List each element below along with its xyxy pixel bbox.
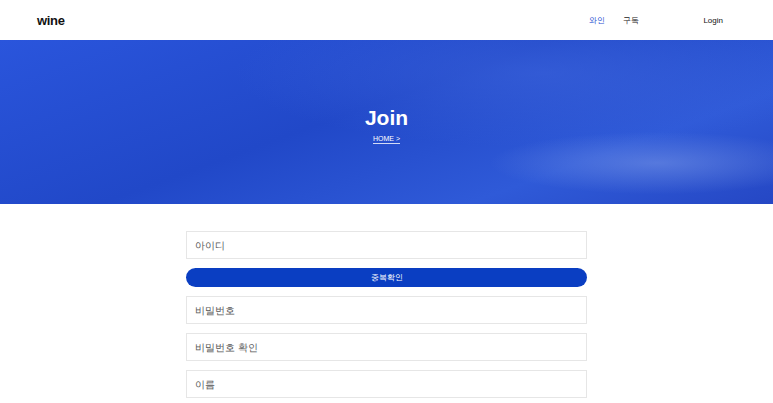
nav-item[interactable]: 구독 [623,15,639,26]
header: wine 와인 구독 Login [0,0,773,40]
hero-banner: Join HOME > [0,40,773,204]
hero-title: Join [365,106,408,129]
duplicate-check-button[interactable]: 중복확인 [186,268,587,287]
form-field[interactable] [186,231,587,259]
nav: 와인 구독 [589,15,639,26]
login-link[interactable]: Login [703,16,723,25]
logo[interactable]: wine [37,13,65,28]
join-page: wine 와인 구독 Login Join HOME > 중복확인 [0,0,773,403]
breadcrumb[interactable]: HOME > [373,135,400,144]
form-field[interactable] [186,333,587,361]
join-form: 중복확인 [186,231,587,398]
form-field[interactable] [186,296,587,324]
form-field[interactable] [186,370,587,398]
nav-item[interactable]: 와인 [589,15,605,26]
